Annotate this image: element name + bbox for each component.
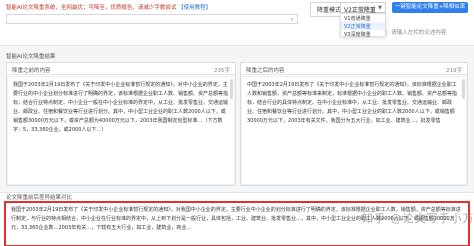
- search-icon: ⌕: [290, 16, 294, 23]
- mode-option[interactable]: V1普通降重: [341, 14, 385, 22]
- tutorial-link[interactable]: 【使用教程】: [178, 5, 211, 11]
- top-toolbar: 智能AI论文降重系统，全网最优；可降至，优质报告，请减少字数尝试 【使用教程】 …: [0, 0, 474, 46]
- after-textarea[interactable]: 中国于2003年2月19日发布了《关于印发中小企业标准暂行规定的通知》，该标准根…: [241, 76, 467, 185]
- after-text: 中国于2003年2月19日发布了《关于印发中小企业标准暂行规定的通知》，该标准根…: [247, 82, 458, 124]
- input-hint-text: 请输入左栏的论述内容: [391, 30, 447, 36]
- before-text: 我国于2003年2月19日发布了《关于印发中小企业标准暂行规定的通知》，对中小企…: [13, 82, 229, 133]
- scrollbar[interactable]: [462, 79, 465, 99]
- after-panel-title: 降重之后的内容: [246, 68, 285, 74]
- info-icon: ⓘ: [384, 30, 390, 36]
- after-word-count: 219字: [446, 68, 462, 74]
- chevron-down-icon: ▼: [378, 5, 382, 11]
- watermark: 知乎 @论文写手小万: [362, 212, 474, 225]
- input-hint: ⓘ 请输入左栏的论述内容: [384, 28, 446, 36]
- result-section-title: 智能AI论文降重结果: [6, 54, 56, 60]
- before-panel: 降重之前的内容 235字 我国于2003年2月19日发布了《关于印发中小企业标准…: [6, 62, 236, 186]
- before-textarea[interactable]: 我国于2003年2月19日发布了《关于印发中小企业标准暂行规定的通知》，对中小企…: [7, 76, 235, 185]
- before-word-count: 235字: [214, 68, 230, 74]
- before-panel-title: 降重之前的内容: [12, 68, 51, 74]
- run-rewrite-button[interactable]: 一键智能论文降重+降相似率: [392, 2, 468, 13]
- mode-option-selected[interactable]: V2正常降重: [341, 22, 385, 30]
- after-panel-header: 降重之后的内容 219字: [241, 63, 467, 75]
- mode-dropdown: V1普通降重 V2正常降重 V3深度降重: [340, 13, 386, 38]
- mode-option[interactable]: V3深度降重: [341, 30, 385, 38]
- before-panel-header: 降重之前的内容 235字: [7, 63, 235, 75]
- compare-title: 论文降重前后差异结果对比: [6, 195, 73, 201]
- tips-text: 智能AI论文降重系统，全网最优；可降至，优质报告，请减少字数尝试 【使用教程】: [6, 3, 211, 11]
- source-input[interactable]: ⌕: [6, 14, 298, 24]
- tips-message: 智能AI论文降重系统，全网最优；可降至，优质报告，请减少字数尝试: [6, 5, 177, 11]
- scrollbar[interactable]: [230, 79, 233, 99]
- mode-select[interactable]: V2正常降重 ▼: [340, 2, 386, 14]
- after-panel: 降重之后的内容 219字 中国于2003年2月19日发布了《关于印发中小企业标准…: [240, 62, 468, 186]
